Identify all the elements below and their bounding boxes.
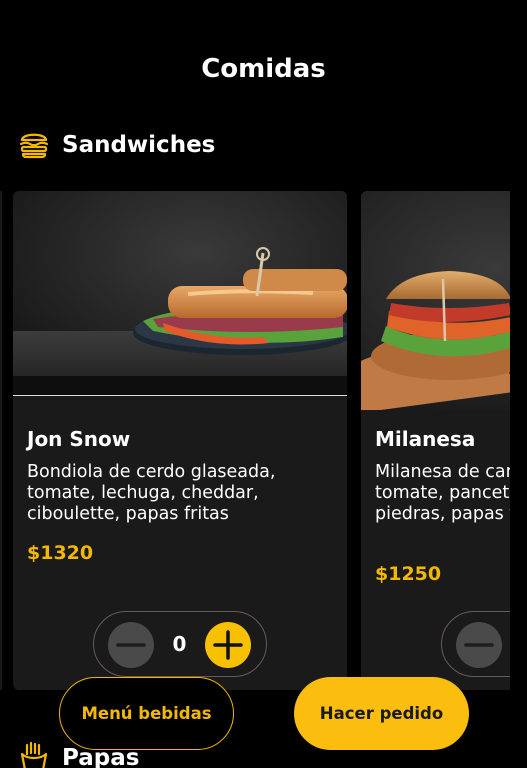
previous-card-edge[interactable]: [0, 191, 2, 690]
drinks-menu-button[interactable]: Menú bebidas: [59, 677, 234, 750]
quantity-value: 0: [172, 632, 187, 656]
product-price: $1320: [27, 542, 94, 564]
sandwiches-carousel[interactable]: Jon Snow Bondiola de cerdo glaseada, tom…: [0, 191, 510, 691]
plus-icon: [213, 630, 243, 660]
decrease-quantity-button[interactable]: [456, 622, 502, 668]
minus-icon: [116, 643, 146, 647]
decrease-quantity-button[interactable]: [108, 622, 154, 668]
increase-quantity-button[interactable]: [205, 622, 251, 668]
section-label-sandwiches: Sandwiches: [62, 132, 216, 158]
quantity-stepper: 0: [441, 611, 510, 677]
product-name: Milanesa: [375, 427, 476, 451]
quantity-value: 0: [502, 632, 510, 656]
page-title: Comidas: [201, 54, 326, 84]
product-image: [361, 191, 510, 410]
minus-icon: [464, 643, 494, 647]
quantity-stepper: 0: [93, 611, 267, 677]
product-name: Jon Snow: [27, 427, 131, 451]
section-header-sandwiches: Sandwiches: [18, 127, 215, 163]
product-image: [13, 191, 347, 396]
product-card-milanesa[interactable]: Milanesa Milanesa de carne, lechuga, tom…: [361, 191, 510, 690]
sandwich-icon: [18, 127, 50, 163]
place-order-button[interactable]: Hacer pedido: [294, 677, 469, 750]
product-description: Bondiola de cerdo glaseada, tomate, lech…: [27, 462, 276, 524]
fries-icon: [18, 740, 50, 768]
product-description: Milanesa de carne, lechuga, tomate, panc…: [375, 462, 510, 524]
product-price: $1250: [375, 563, 442, 585]
product-card-jon-snow[interactable]: Jon Snow Bondiola de cerdo glaseada, tom…: [13, 191, 347, 690]
